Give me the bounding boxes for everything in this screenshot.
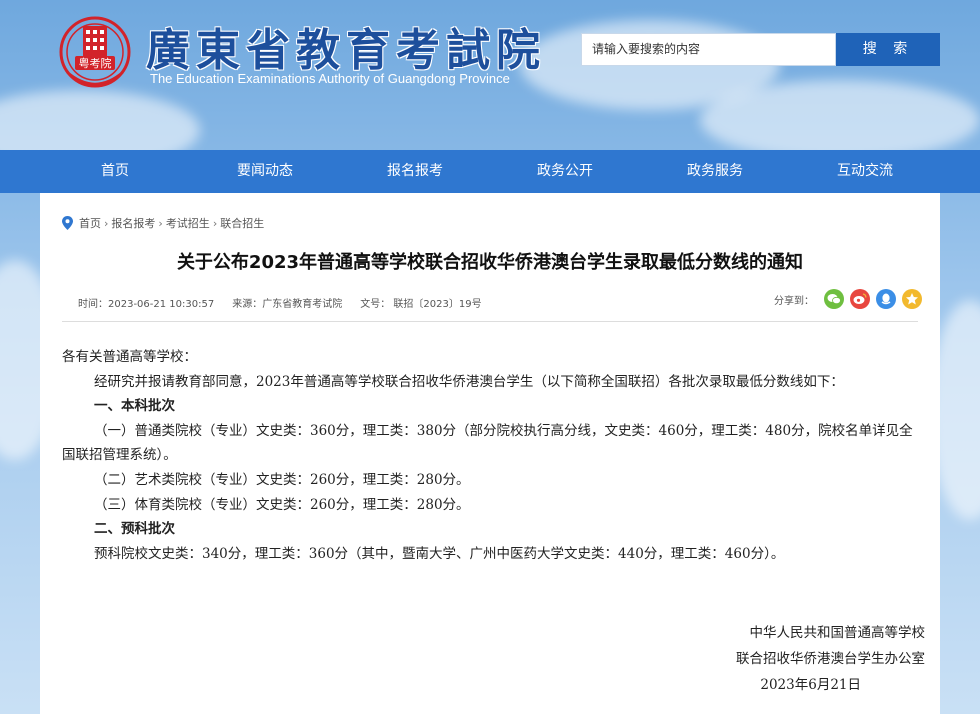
section-heading-undergraduate: 一、本科批次 (94, 398, 175, 415)
wechat-icon[interactable] (824, 289, 844, 309)
site-emblem-icon[interactable]: 粤考院 (57, 12, 133, 96)
main-nav: 首页 要闻动态 报名报考 政务公开 政务服务 互动交流 (0, 150, 980, 193)
breadcrumb-separator: › (104, 216, 109, 230)
article-panel: 首页 › 报名报考 › 考试招生 › 联合招生 关于公布2023年普通高等学校联… (40, 193, 940, 714)
publish-time: 时间：2023-06-21 10:30:57 (78, 299, 215, 310)
weibo-icon[interactable] (850, 289, 870, 309)
search-button[interactable]: 搜 索 (836, 33, 940, 66)
signature-date: 2023年6月21日 (760, 677, 861, 693)
paragraph-intro: 经研究并报请教育部同意，2023年普通高等学校联合招收华侨港澳台学生（以下简称全… (94, 373, 844, 390)
article-body: 各有关普通高等学校： 经研究并报请教育部同意，2023年普通高等学校联合招收华侨… (62, 345, 926, 566)
paragraph-preparatory: 预科院校文史类：340分，理工类：360分（其中，暨南大学、广州中医药大学文史类… (94, 545, 785, 562)
breadcrumb-joint-enrollment[interactable]: 联合招生 (220, 215, 264, 231)
qq-icon[interactable] (876, 289, 896, 309)
signature-block: 中华人民共和国普通高等学校 联合招收华侨港澳台学生办公室 2023年6月21日 (736, 620, 925, 698)
section-heading-preparatory: 二、预科批次 (94, 521, 175, 538)
paragraph-general-schools: （一）普通类院校（专业）文史类：360分，理工类：380分（部分院校执行高分线，… (62, 422, 913, 464)
emblem-text: 粤考院 (79, 56, 112, 70)
nav-item-gov-services[interactable]: 政务服务 (640, 150, 790, 193)
paragraph-sports-schools: （三）体育类院校（专业）文史类：260分，理工类：280分。 (94, 496, 470, 513)
search-input[interactable]: 请输入要搜索的内容 (581, 33, 836, 66)
location-pin-icon (62, 216, 73, 230)
breadcrumb: 首页 › 报名报考 › 考试招生 › 联合招生 (62, 215, 264, 231)
article-meta: 时间：2023-06-21 10:30:57 来源：广东省教育考试院 文号： 联… (78, 295, 482, 310)
breadcrumb-exam-enrollment[interactable]: 考试招生 (166, 215, 210, 231)
nav-item-registration[interactable]: 报名报考 (340, 150, 490, 193)
breadcrumb-separator: › (158, 216, 163, 230)
site-subtitle: The Education Examinations Authority of … (150, 71, 510, 86)
nav-item-news[interactable]: 要闻动态 (190, 150, 340, 193)
nav-item-interaction[interactable]: 互动交流 (790, 150, 940, 193)
salutation: 各有关普通高等学校： (62, 349, 197, 365)
signature-org-line2: 联合招收华侨港澳台学生办公室 (736, 651, 925, 667)
article-title: 关于公布2023年普通高等学校联合招收华侨港澳台学生录取最低分数线的通知 (176, 252, 804, 273)
site-header: 粤考院 廣東省教育考試院 The Education Examinations … (0, 0, 980, 150)
share-bar: 分享到： (774, 289, 928, 309)
qzone-icon[interactable] (902, 289, 922, 309)
signature-org-line1: 中华人民共和国普通高等学校 (749, 625, 926, 641)
site-title: 廣東省教育考試院 (146, 25, 546, 76)
article-source: 来源：广东省教育考试院 (232, 299, 343, 310)
breadcrumb-registration[interactable]: 报名报考 (111, 215, 155, 231)
breadcrumb-separator: › (212, 216, 218, 230)
document-number: 文号： 联招〔2023〕19号 (360, 299, 482, 310)
nav-item-home[interactable]: 首页 (40, 150, 190, 193)
share-label: 分享到： (774, 295, 814, 307)
breadcrumb-home[interactable]: 首页 (79, 215, 101, 231)
title-divider (62, 321, 918, 322)
paragraph-art-schools: （二）艺术类院校（专业）文史类：260分，理工类：280分。 (94, 471, 470, 488)
nav-item-gov-disclosure[interactable]: 政务公开 (490, 150, 640, 193)
